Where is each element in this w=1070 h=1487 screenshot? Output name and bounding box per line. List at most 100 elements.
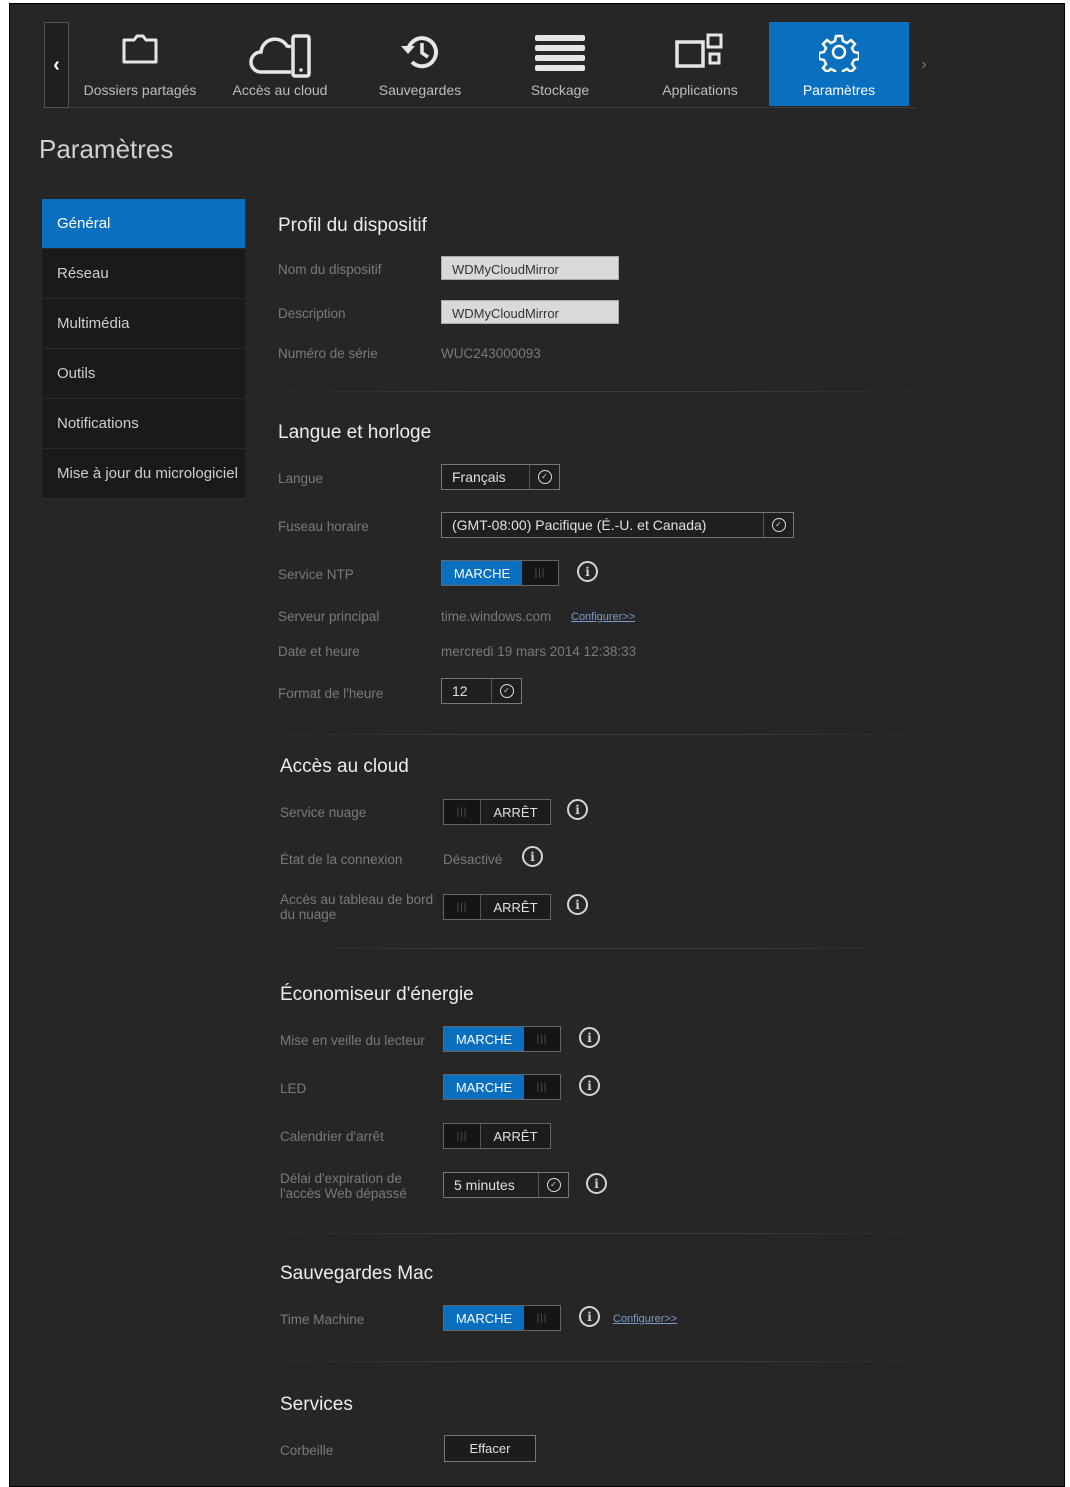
cloud-dashboard-label: Accès au tableau de bord du nuage (280, 892, 434, 922)
clear-recycle-bin-button[interactable]: Effacer (444, 1435, 536, 1462)
chevron-down-icon: ✓ (763, 513, 793, 537)
web-timeout-select[interactable]: 5 minutes ✓ (443, 1172, 569, 1198)
nav-label: Applications (662, 82, 738, 98)
toggle-on-label: MARCHE (444, 1075, 524, 1099)
primary-server-value: time.windows.com (441, 609, 552, 624)
date-time-label: Date et heure (278, 644, 360, 659)
shutdown-schedule-toggle[interactable]: ||| ARRÊT (443, 1123, 551, 1149)
sidebar-item-firmware-update[interactable]: Mise à jour du micrologiciel (42, 449, 245, 499)
sidebar-item-media[interactable]: Multimédia (42, 299, 245, 349)
serial-number-label: Numéro de série (278, 346, 378, 361)
section-divider (270, 734, 930, 735)
toggle-grip-icon: ||| (524, 1075, 560, 1099)
nav-label: Accès au cloud (232, 82, 328, 98)
toggle-off-label: ARRÊT (480, 895, 550, 919)
toggle-grip-icon: ||| (444, 800, 480, 824)
ntp-service-toggle[interactable]: MARCHE ||| (441, 560, 559, 586)
device-name-input[interactable]: WDMyCloudMirror (441, 256, 619, 280)
sidebar: Général Réseau Multimédia Outils Notific… (42, 199, 245, 499)
web-timeout-select-value: 5 minutes (454, 1177, 515, 1193)
info-icon[interactable]: i (577, 561, 598, 582)
sidebar-item-network[interactable]: Réseau (42, 249, 245, 299)
timezone-select-value: (GMT-08:00) Pacifique (É.-U. et Canada) (452, 517, 707, 533)
time-format-label: Format de l'heure (278, 686, 384, 701)
configure-time-machine-link[interactable]: Configurer>> (613, 1313, 677, 1325)
section-title-cloud-access: Accès au cloud (280, 756, 409, 777)
gear-icon (817, 32, 861, 78)
time-machine-label: Time Machine (280, 1312, 365, 1327)
connection-status-label: État de la connexion (280, 852, 403, 867)
info-icon[interactable]: i (567, 799, 588, 820)
toggle-on-label: MARCHE (444, 1027, 524, 1051)
description-label: Description (278, 306, 346, 321)
drive-sleep-toggle[interactable]: MARCHE ||| (443, 1026, 561, 1052)
page-title: Paramètres (39, 134, 174, 164)
section-divider (270, 391, 930, 392)
cloud-service-toggle[interactable]: ||| ARRÊT (443, 799, 551, 825)
toggle-grip-icon: ||| (524, 1306, 560, 1330)
section-title-language-clock: Langue et horloge (278, 422, 432, 443)
description-input[interactable]: WDMyCloudMirror (441, 300, 619, 324)
toggle-grip-icon: ||| (444, 1124, 480, 1148)
sidebar-item-notifications[interactable]: Notifications (42, 399, 245, 449)
toggle-on-label: MARCHE (444, 1306, 524, 1330)
nav-label: Dossiers partagés (83, 82, 197, 98)
nav-item-shared-folders[interactable]: Dossiers partagés (70, 22, 210, 106)
web-timeout-label: Délai d'expiration de l'accès Web dépass… (280, 1171, 407, 1201)
info-icon[interactable]: i (579, 1306, 600, 1327)
section-divider (270, 948, 930, 949)
chevron-down-icon: ✓ (538, 1173, 568, 1197)
recycle-bin-label: Corbeille (280, 1443, 334, 1458)
time-machine-toggle[interactable]: MARCHE ||| (443, 1305, 561, 1331)
section-title-mac-backups: Sauvegardes Mac (280, 1263, 434, 1284)
history-icon (398, 32, 442, 75)
section-divider (270, 1361, 930, 1362)
nav-divider (70, 107, 915, 108)
time-format-select-value: 12 (452, 683, 468, 699)
ntp-service-label: Service NTP (278, 567, 354, 582)
date-time-value: mercredi 19 mars 2014 12:38:33 (441, 644, 637, 659)
info-icon[interactable]: i (522, 846, 543, 867)
apps-icon (674, 32, 726, 75)
shutdown-schedule-label: Calendrier d'arrêt (280, 1129, 384, 1144)
nav-item-cloud-access[interactable]: Accès au cloud (210, 22, 350, 106)
nav-item-settings[interactable]: Paramètres (769, 22, 909, 106)
section-title-device-profile: Profil du dispositif (278, 215, 427, 236)
nav-next-arrow[interactable]: › (916, 52, 932, 78)
nav-label: Paramètres (802, 82, 876, 98)
info-icon[interactable]: i (579, 1027, 600, 1048)
led-toggle[interactable]: MARCHE ||| (443, 1074, 561, 1100)
cloud-device-icon (247, 32, 313, 81)
language-label: Langue (278, 471, 324, 486)
section-title-energy-saver: Économiseur d'énergie (280, 984, 474, 1005)
serial-number-value: WUC243000093 (441, 346, 541, 361)
info-icon[interactable]: i (586, 1173, 607, 1194)
drive-sleep-label: Mise en veille du lecteur (280, 1033, 425, 1048)
sidebar-item-general[interactable]: Général (42, 199, 245, 249)
cloud-service-label: Service nuage (280, 805, 367, 820)
toggle-off-label: ARRÊT (480, 800, 550, 824)
chevron-down-icon: ✓ (491, 679, 521, 703)
nav-item-applications[interactable]: Applications (630, 22, 770, 106)
section-title-services: Services (280, 1394, 353, 1415)
nav-item-backups[interactable]: Sauvegardes (350, 22, 490, 106)
device-name-label: Nom du dispositif (278, 262, 382, 277)
timezone-select[interactable]: (GMT-08:00) Pacifique (É.-U. et Canada) … (441, 512, 794, 538)
primary-server-label: Serveur principal (278, 609, 380, 624)
nav-item-storage[interactable]: Stockage (490, 22, 630, 106)
info-icon[interactable]: i (567, 894, 588, 915)
top-nav: ‹ Dossiers partagés Accès au cloud Sauve… (44, 22, 944, 108)
sidebar-item-tools[interactable]: Outils (42, 349, 245, 399)
toggle-grip-icon: ||| (524, 1027, 560, 1051)
nav-prev-arrow[interactable]: ‹ (44, 22, 69, 108)
storage-icon (533, 32, 587, 75)
chevron-down-icon: ✓ (529, 465, 559, 489)
led-label: LED (280, 1081, 307, 1096)
language-select-value: Français (452, 469, 506, 485)
time-format-select[interactable]: 12 ✓ (441, 678, 522, 704)
cloud-dashboard-toggle[interactable]: ||| ARRÊT (443, 894, 551, 920)
nav-label: Sauvegardes (378, 82, 462, 98)
configure-server-link[interactable]: Configurer>> (571, 611, 635, 623)
language-select[interactable]: Français ✓ (441, 464, 560, 490)
info-icon[interactable]: i (579, 1075, 600, 1096)
